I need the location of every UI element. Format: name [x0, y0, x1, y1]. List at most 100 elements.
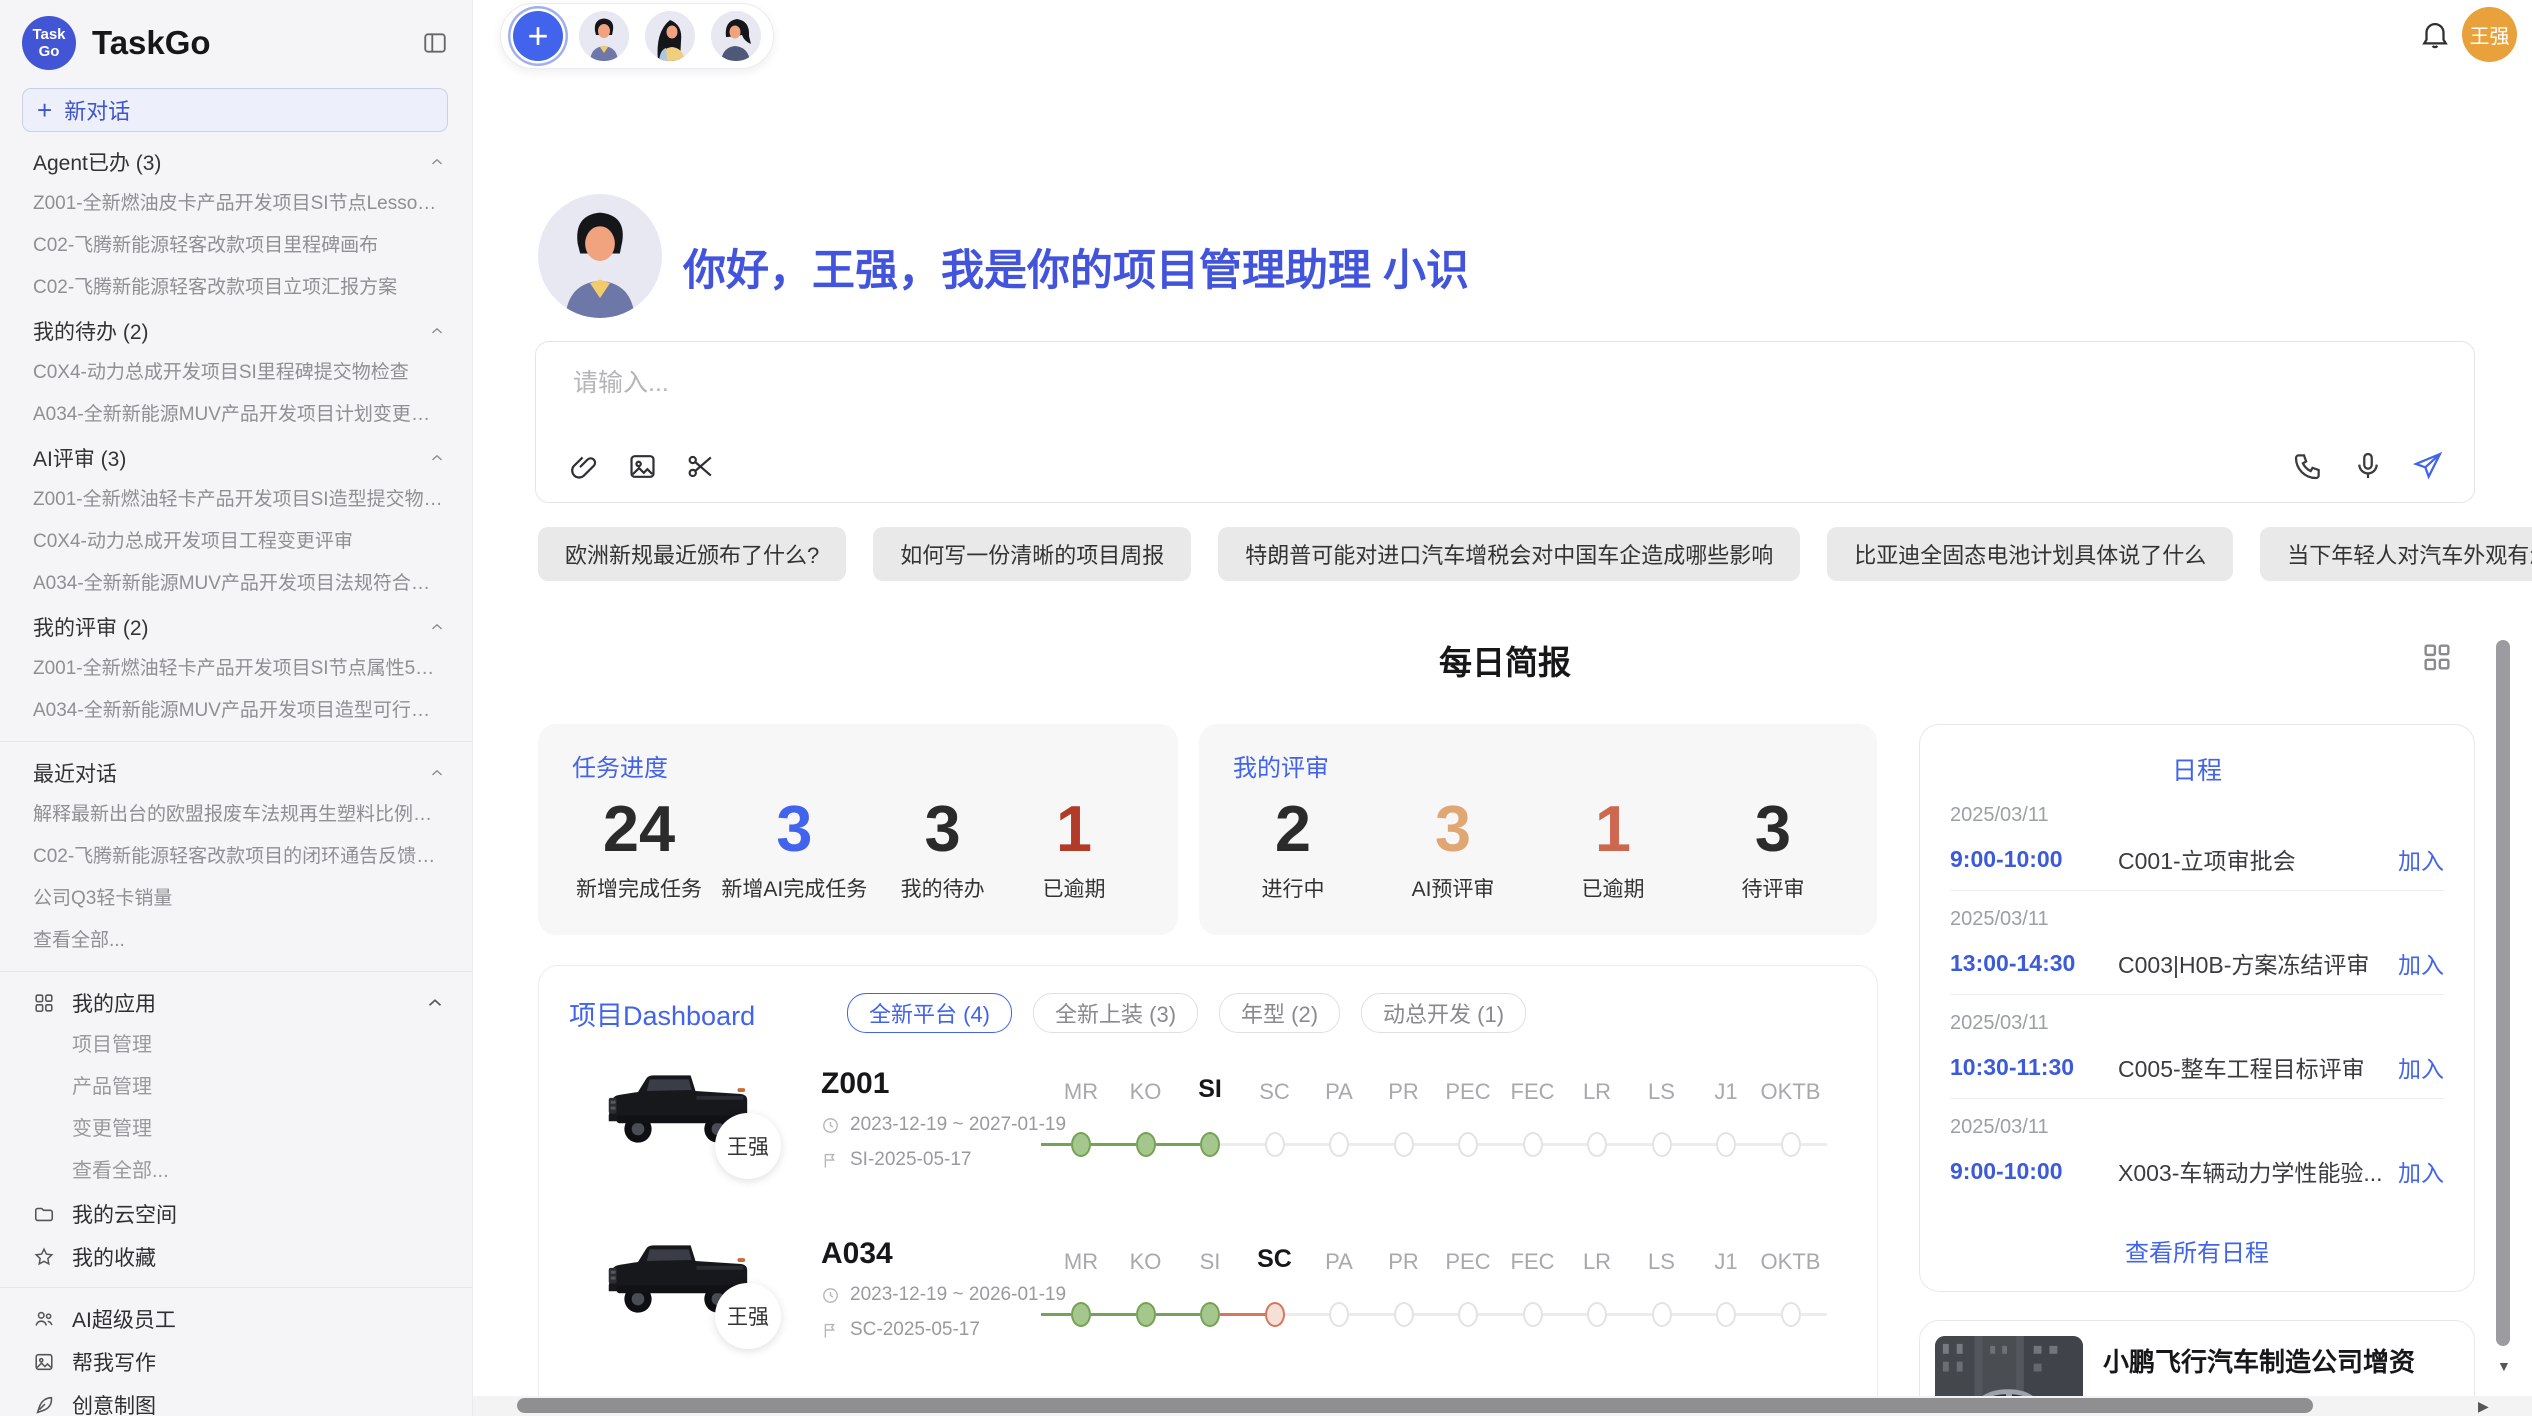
task-progress-title: 任务进度	[572, 748, 1134, 783]
join-meeting-link[interactable]: 加入	[2398, 1050, 2444, 1084]
milestone-node[interactable]	[1458, 1132, 1478, 1157]
sidebar-app-item[interactable]: 变更管理	[0, 1108, 472, 1150]
my-review-title: 我的评审	[1233, 748, 1833, 783]
project-row[interactable]: 王强A0342023-12-19 ~ 2026-01-19SC-2025-05-…	[539, 1223, 1877, 1373]
join-meeting-link[interactable]: 加入	[2398, 842, 2444, 876]
milestone-node[interactable]	[1781, 1132, 1801, 1157]
milestone-node[interactable]	[1458, 1302, 1478, 1327]
sidebar-section-header[interactable]: 我的评审 (2)	[0, 605, 472, 648]
conversation-avatar-2[interactable]	[645, 11, 695, 61]
milestone-node[interactable]	[1716, 1302, 1736, 1327]
sidebar-recent-item[interactable]: 解释最新出台的欧盟报废车法规再生塑料比例被调至15%...	[0, 794, 472, 836]
conversation-avatar-3[interactable]	[711, 11, 761, 61]
suggestion-chip[interactable]: 比亚迪全固态电池计划具体说了什么	[1827, 527, 2233, 581]
milestone-node[interactable]	[1136, 1132, 1156, 1157]
paperclip-icon[interactable]	[569, 451, 600, 482]
scroll-right-arrow-icon[interactable]: ▶	[2478, 1398, 2489, 1415]
dashboard-tab[interactable]: 全新上装 (3)	[1033, 993, 1198, 1033]
sidebar-section-header[interactable]: 我的待办 (2)	[0, 309, 472, 352]
sidebar-task-item[interactable]: Z001-全新燃油轻卡产品开发项目SI节点属性5D文件评审	[0, 648, 472, 690]
stat-label: 新增AI完成任务	[721, 873, 867, 903]
dashboard-tab[interactable]: 全新平台 (4)	[847, 993, 1012, 1033]
milestone-node[interactable]	[1587, 1302, 1607, 1327]
new-conversation-button[interactable]: +	[513, 11, 563, 61]
join-meeting-link[interactable]: 加入	[2398, 946, 2444, 980]
suggestion-chip[interactable]: 如何写一份清晰的项目周报	[873, 527, 1191, 581]
milestone-timeline: MRKOSISCPAPRPECFECLRLSJ1OKTB	[1041, 1233, 1857, 1353]
conversation-avatar-1[interactable]	[579, 11, 629, 61]
sidebar-task-item[interactable]: A034-全新新能源MUV产品开发项目造型可行性评审	[0, 690, 472, 732]
milestone-node[interactable]	[1136, 1302, 1156, 1327]
dashboard-tab[interactable]: 年型 (2)	[1219, 993, 1340, 1033]
dashboard-title: 项目Dashboard	[569, 994, 847, 1033]
milestone-node[interactable]	[1071, 1132, 1091, 1157]
sidebar-task-item[interactable]: C02-飞腾新能源轻客改款项目立项汇报方案	[0, 267, 472, 309]
milestone-node[interactable]	[1716, 1132, 1736, 1157]
sidebar-tool-item[interactable]: 帮我写作	[0, 1340, 472, 1383]
suggestion-chip[interactable]: 特朗普可能对进口汽车增税会对中国车企造成哪些影响	[1218, 527, 1800, 581]
milestone-node[interactable]	[1523, 1132, 1543, 1157]
sidebar-app-item[interactable]: 项目管理	[0, 1024, 472, 1066]
chat-input[interactable]	[571, 368, 1975, 399]
horizontal-scrollbar[interactable]	[517, 1398, 2313, 1413]
milestone-node[interactable]	[1200, 1132, 1220, 1157]
milestone-label: OKTB	[1759, 1079, 1823, 1105]
milestone-node[interactable]	[1200, 1302, 1220, 1327]
phone-icon[interactable]	[2292, 450, 2324, 482]
schedule-card: 日程 2025/03/119:00-10:00C001-立项审批会加入2025/…	[1919, 724, 2475, 1292]
milestone-node[interactable]	[1781, 1302, 1801, 1327]
new-chat-button[interactable]: + 新对话	[22, 88, 448, 132]
sidebar-task-item[interactable]: C02-飞腾新能源轻客改款项目里程碑画布	[0, 225, 472, 267]
sidebar-task-item[interactable]: Z001-全新燃油皮卡产品开发项目SI节点Lesson Learn报告	[0, 183, 472, 225]
view-all-apps-link[interactable]: 查看全部...	[0, 1150, 472, 1192]
sidebar-item-star[interactable]: 我的收藏	[0, 1235, 472, 1278]
sidebar-collapse-icon[interactable]	[422, 30, 448, 56]
send-icon[interactable]	[2412, 450, 2444, 482]
milestone-node[interactable]	[1523, 1302, 1543, 1327]
sidebar-app-item[interactable]: 产品管理	[0, 1066, 472, 1108]
milestone-node[interactable]	[1329, 1132, 1349, 1157]
project-row[interactable]: 王强Z0012023-12-19 ~ 2027-01-19SI-2025-05-…	[539, 1053, 1877, 1203]
join-meeting-link[interactable]: 加入	[2398, 1154, 2444, 1188]
milestone-node[interactable]	[1265, 1132, 1285, 1157]
sidebar-task-item[interactable]: A034-全新新能源MUV产品开发项目法规符合性评审	[0, 563, 472, 605]
schedule-item: 2025/03/1113:00-14:30C003|H0B-方案冻结评审加入	[1950, 891, 2444, 995]
notifications-bell-icon[interactable]	[2418, 17, 2452, 51]
sidebar-section-header[interactable]: AI评审 (3)	[0, 436, 472, 479]
sidebar-task-item[interactable]: C0X4-动力总成开发项目工程变更评审	[0, 521, 472, 563]
milestone-label: OKTB	[1759, 1249, 1823, 1275]
vertical-scrollbar[interactable]	[2496, 640, 2510, 1346]
milestone-node[interactable]	[1394, 1302, 1414, 1327]
sidebar-recent-item[interactable]: 公司Q3轻卡销量	[0, 878, 472, 920]
milestone-node[interactable]	[1652, 1302, 1672, 1327]
sidebar-item-cloud-folder[interactable]: 我的云空间	[0, 1192, 472, 1235]
milestone-node[interactable]	[1394, 1132, 1414, 1157]
scroll-down-arrow-icon[interactable]: ▼	[2497, 1358, 2511, 1374]
sidebar-recent-item[interactable]: C02-飞腾新能源轻客改款项目的闭环通告反馈情况	[0, 836, 472, 878]
sidebar-task-item[interactable]: A034-全新新能源MUV产品开发项目计划变更表编写	[0, 394, 472, 436]
stat-value: 3	[1397, 787, 1509, 871]
user-avatar[interactable]: 王强	[2462, 7, 2517, 62]
sidebar-section-header[interactable]: Agent已办 (3)	[0, 140, 472, 183]
sidebar-task-item[interactable]: C0X4-动力总成开发项目SI里程碑提交物检查	[0, 352, 472, 394]
scissors-icon[interactable]	[685, 451, 716, 482]
dashboard-tab[interactable]: 动总开发 (1)	[1361, 993, 1526, 1033]
suggestion-chip[interactable]: 当下年轻人对汽车外观有怎样的喜好趋势	[2260, 527, 2532, 581]
project-name: A034	[821, 1237, 1066, 1271]
sidebar-recent-header[interactable]: 最近对话	[0, 751, 472, 794]
sidebar-my-apps[interactable]: 我的应用	[0, 981, 472, 1024]
briefing-layout-icon[interactable]	[2420, 640, 2454, 674]
suggestion-chip[interactable]: 欧洲新规最近颁布了什么?	[538, 527, 846, 581]
view-all-schedule-link[interactable]: 查看所有日程	[1950, 1233, 2444, 1268]
sidebar-task-item[interactable]: Z001-全新燃油轻卡产品开发项目SI造型提交物评审	[0, 479, 472, 521]
view-all-conversations-link[interactable]: 查看全部...	[0, 920, 472, 962]
milestone-node[interactable]	[1329, 1302, 1349, 1327]
milestone-node[interactable]	[1587, 1132, 1607, 1157]
microphone-icon[interactable]	[2352, 450, 2384, 482]
milestone-node[interactable]	[1652, 1132, 1672, 1157]
image-icon[interactable]	[627, 451, 658, 482]
sidebar-tool-item[interactable]: AI超级员工	[0, 1297, 472, 1340]
milestone-node[interactable]	[1265, 1302, 1285, 1327]
sidebar-tool-item[interactable]: 创意制图	[0, 1383, 472, 1416]
milestone-node[interactable]	[1071, 1302, 1091, 1327]
